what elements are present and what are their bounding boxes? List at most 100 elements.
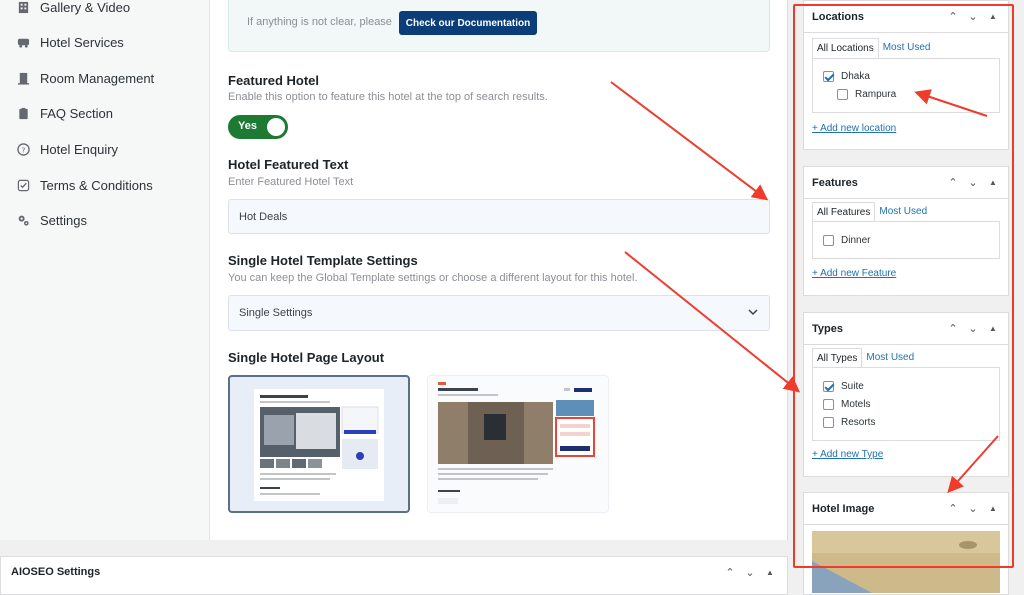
aioseo-title: AIOSEO Settings	[11, 566, 101, 578]
move-up-icon[interactable]: ⌃	[946, 10, 960, 23]
hotel-settings-panel: If anything is not clear, please Check o…	[210, 0, 788, 540]
template-settings-desc: You can keep the Global Template setting…	[228, 272, 638, 284]
featured-hotel-toggle[interactable]: Yes	[228, 115, 288, 139]
hotel-image-title: Hotel Image	[812, 503, 875, 515]
type-item-motels[interactable]: Motels	[823, 399, 870, 410]
svg-text:?: ?	[21, 145, 25, 154]
layout-preview-2-thumbnail	[428, 376, 608, 512]
layout-option-2[interactable]	[427, 375, 609, 513]
checkbox[interactable]	[837, 89, 848, 100]
nav-item-label: Gallery & Video	[40, 0, 131, 15]
nav-item-terms[interactable]: Terms & Conditions	[16, 178, 153, 193]
aioseo-controls: ⌃ ⌄ ▲	[723, 566, 777, 579]
move-down-icon[interactable]: ⌄	[743, 566, 757, 579]
move-up-icon[interactable]: ⌃	[946, 176, 960, 189]
move-up-icon[interactable]: ⌃	[946, 322, 960, 335]
door-icon	[16, 72, 30, 86]
types-title: Types	[812, 323, 843, 335]
types-box: Types ⌃ ⌄ ▲ All Types Most Used Suite Mo…	[803, 312, 1009, 477]
bus-icon	[16, 36, 30, 50]
featured-text-title: Hotel Featured Text	[228, 157, 349, 172]
location-item-dhaka[interactable]: Dhaka	[823, 71, 870, 82]
taxonomy-sidebar: Locations ⌃ ⌄ ▲ All Locations Most Used …	[800, 0, 1012, 595]
add-new-location-link[interactable]: + Add new location	[812, 123, 896, 134]
features-controls: ⌃ ⌄ ▲	[946, 176, 1000, 189]
checkbox[interactable]	[823, 71, 834, 82]
checkbox[interactable]	[823, 381, 834, 392]
checkbox-icon	[16, 179, 30, 193]
features-header: Features ⌃ ⌄ ▲	[804, 167, 1008, 199]
location-label: Dhaka	[841, 71, 870, 82]
type-label: Motels	[841, 399, 871, 410]
move-down-icon[interactable]: ⌄	[966, 10, 980, 23]
template-settings-title: Single Hotel Template Settings	[228, 253, 418, 268]
move-up-icon[interactable]: ⌃	[946, 502, 960, 515]
tab-most-used-locations[interactable]: Most Used	[879, 38, 935, 59]
tab-all-locations[interactable]: All Locations	[812, 38, 879, 59]
locations-list: Dhaka Rampura	[812, 58, 1000, 113]
move-down-icon[interactable]: ⌄	[966, 322, 980, 335]
toggle-panel-icon[interactable]: ▲	[986, 324, 1000, 333]
features-title: Features	[812, 177, 858, 189]
tab-most-used-types[interactable]: Most Used	[862, 348, 918, 369]
window-scrollbar[interactable]	[1016, 0, 1024, 595]
type-item-suite[interactable]: Suite	[823, 381, 864, 392]
building-icon	[16, 1, 30, 15]
hotel-image-box: Hotel Image ⌃ ⌄ ▲	[803, 492, 1009, 595]
clipboard-icon	[16, 107, 30, 121]
hotel-image-controls: ⌃ ⌄ ▲	[946, 502, 1000, 515]
add-new-feature-link[interactable]: + Add new Feature	[812, 268, 896, 279]
tab-most-used-features[interactable]: Most Used	[875, 202, 931, 223]
tab-all-types[interactable]: All Types	[812, 348, 863, 369]
nav-item-settings[interactable]: Settings	[16, 213, 87, 228]
locations-box: Locations ⌃ ⌄ ▲ All Locations Most Used …	[803, 0, 1009, 150]
feature-item-dinner[interactable]: Dinner	[823, 235, 870, 246]
featured-text-desc: Enter Featured Hotel Text	[228, 176, 354, 188]
feature-label: Dinner	[841, 235, 871, 246]
documentation-notice: If anything is not clear, please Check o…	[228, 0, 770, 52]
type-item-resorts[interactable]: Resorts	[823, 417, 875, 428]
chevron-down-icon	[748, 309, 758, 316]
tab-all-features[interactable]: All Features	[812, 202, 876, 223]
move-up-icon[interactable]: ⌃	[723, 566, 737, 579]
checkbox[interactable]	[823, 417, 834, 428]
nav-item-hotel-services[interactable]: Hotel Services	[16, 35, 124, 50]
location-label: Rampura	[855, 89, 897, 100]
toggle-panel-icon[interactable]: ▲	[986, 12, 1000, 21]
notice-text: If anything is not clear, please	[247, 16, 392, 28]
toggle-panel-icon[interactable]: ▲	[986, 178, 1000, 187]
featured-text-input[interactable]	[228, 199, 770, 234]
nav-item-room-management[interactable]: Room Management	[16, 71, 154, 86]
type-label: Resorts	[841, 417, 876, 428]
featured-hotel-desc: Enable this option to feature this hotel…	[228, 91, 548, 103]
featured-hotel-title: Featured Hotel	[228, 73, 320, 88]
nav-item-label: Hotel Services	[40, 35, 124, 50]
template-select-value: Single Settings	[239, 307, 313, 319]
checkbox[interactable]	[823, 399, 834, 410]
hotel-featured-image[interactable]	[812, 531, 1000, 593]
check-documentation-button[interactable]: Check our Documentation	[399, 11, 537, 35]
types-header: Types ⌃ ⌄ ▲	[804, 313, 1008, 345]
types-list: Suite Motels Resorts	[812, 367, 1000, 441]
hotel-settings-nav: Gallery & Video Hotel Services Room Mana…	[0, 0, 210, 540]
types-controls: ⌃ ⌄ ▲	[946, 322, 1000, 335]
nav-item-label: Hotel Enquiry	[40, 142, 119, 157]
toggle-panel-icon[interactable]: ▲	[986, 504, 1000, 513]
nav-item-gallery[interactable]: Gallery & Video	[16, 0, 130, 15]
move-down-icon[interactable]: ⌄	[966, 502, 980, 515]
location-item-rampura[interactable]: Rampura	[837, 89, 896, 100]
layout-option-1[interactable]	[228, 375, 410, 513]
locations-controls: ⌃ ⌄ ▲	[946, 10, 1000, 23]
locations-header: Locations ⌃ ⌄ ▲	[804, 1, 1008, 33]
question-icon: ?	[16, 143, 30, 157]
nav-item-label: Room Management	[40, 71, 155, 86]
nav-item-label: FAQ Section	[40, 106, 113, 121]
layout-preview-1-thumbnail	[254, 389, 384, 501]
nav-item-faq-section[interactable]: FAQ Section	[16, 106, 113, 121]
nav-item-hotel-enquiry[interactable]: ? Hotel Enquiry	[16, 142, 118, 157]
toggle-panel-icon[interactable]: ▲	[763, 568, 777, 577]
checkbox[interactable]	[823, 235, 834, 246]
move-down-icon[interactable]: ⌄	[966, 176, 980, 189]
template-select[interactable]: Single Settings	[228, 295, 770, 331]
add-new-type-link[interactable]: + Add new Type	[812, 449, 883, 460]
